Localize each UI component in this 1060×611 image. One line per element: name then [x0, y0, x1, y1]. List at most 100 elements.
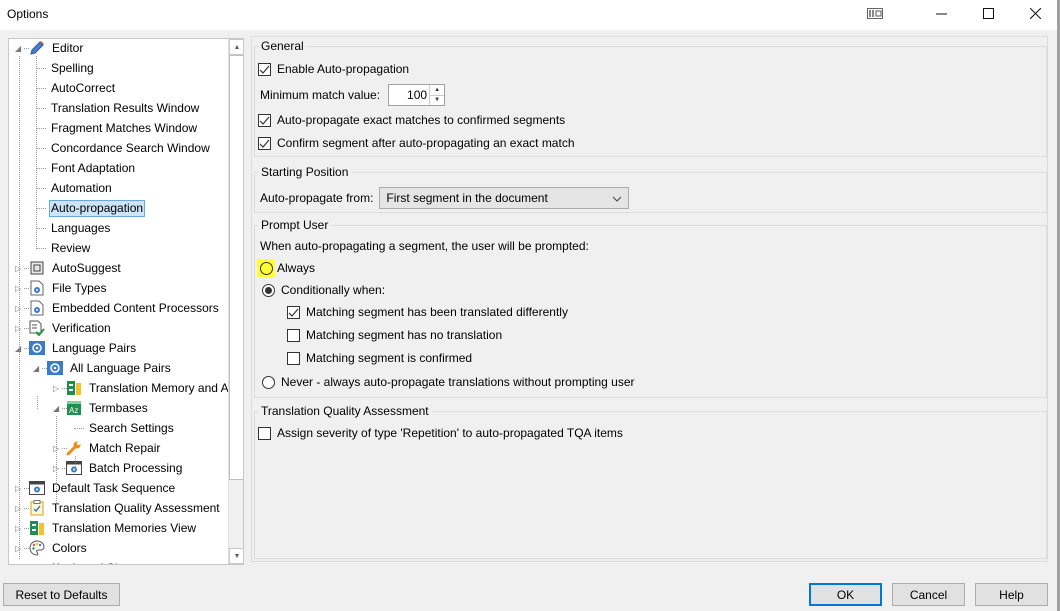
tree-item-label: Auto-propagation [49, 199, 146, 217]
options-tree[interactable]: ◢ Editor Spelling AutoCorrect Translation Re… [8, 38, 244, 565]
collapsed-triangle-icon[interactable]: ▷ [53, 444, 62, 453]
tree-connector [36, 208, 46, 209]
tree-item-embedded-content-processors[interactable]: Embedded Content Processors [29, 298, 221, 318]
tree-item-automation[interactable]: Automation [49, 178, 114, 198]
enable-autoprop-label: Enable Auto-propagation [277, 62, 410, 76]
file-gear-icon [29, 300, 45, 316]
tree-scrollbar[interactable]: ▲ ▼ [228, 39, 243, 564]
radio-circle[interactable] [259, 261, 273, 275]
scroll-up-button[interactable]: ▲ [229, 39, 243, 55]
checkbox-box[interactable] [258, 136, 271, 150]
maximize-button[interactable] [965, 0, 1011, 30]
tree-item-label: Review [51, 240, 91, 255]
never-radio[interactable]: Never - always auto-propagate translatio… [262, 375, 635, 389]
tree-item-batch-processing[interactable]: Batch Processing [66, 458, 184, 478]
tree-item-spelling[interactable]: Spelling [49, 58, 96, 78]
checkbox-box[interactable] [287, 305, 300, 319]
checkbox-box[interactable] [258, 113, 271, 127]
exact-to-confirmed-label: Auto-propagate exact matches to confirme… [277, 113, 566, 127]
ok-button[interactable]: OK [809, 583, 882, 606]
tree-item-all-language-pairs[interactable]: All Language Pairs [47, 358, 173, 378]
tree-item-font-adaptation[interactable]: Font Adaptation [49, 158, 137, 178]
expanded-triangle-icon[interactable]: ◢ [33, 364, 42, 373]
reset-to-defaults-button[interactable]: Reset to Defaults [3, 583, 120, 606]
always-radio[interactable]: Always [257, 259, 316, 277]
tree-item-label: Colors [52, 540, 87, 555]
tree-item-translation-results-window[interactable]: Translation Results Window [49, 98, 201, 118]
autoprop-from-dropdown[interactable]: First segment in the document [379, 187, 630, 209]
is-confirmed-checkbox[interactable]: Matching segment is confirmed [287, 351, 472, 365]
tree-item-translation-memories-view[interactable]: Translation Memories View [29, 518, 198, 538]
collapsed-triangle-icon[interactable]: ▷ [53, 384, 62, 393]
tree-item-label: Automation [51, 180, 112, 195]
tree-item-termbases[interactable]: Az Termbases [66, 398, 150, 418]
tree-item-autocorrect[interactable]: AutoCorrect [49, 78, 117, 98]
expanded-triangle-icon[interactable]: ◢ [15, 44, 24, 53]
tree-guide-line [56, 416, 57, 509]
conditionally-label: Conditionally when: [281, 283, 386, 297]
tree-item-language-pairs[interactable]: Language Pairs [29, 338, 138, 358]
scroll-thumb[interactable] [229, 55, 243, 480]
tree-item-label: All Language Pairs [70, 360, 171, 375]
always-label: Always [277, 261, 316, 275]
tree-item-languages[interactable]: Languages [49, 218, 112, 238]
settings-panel: General Enable Auto-propagation Minimum … [251, 36, 1048, 562]
scroll-down-button[interactable]: ▼ [229, 548, 243, 564]
tree-item-concordance-search-window[interactable]: Concordance Search Window [49, 138, 212, 158]
translated-differently-checkbox[interactable]: Matching segment has been translated dif… [287, 305, 568, 319]
tree-item-colors[interactable]: Colors [29, 538, 89, 558]
enable-autoprop-checkbox[interactable]: Enable Auto-propagation [258, 62, 409, 76]
checkbox-box[interactable] [258, 62, 271, 76]
tree-item-default-task-sequence[interactable]: Default Task Sequence [29, 478, 177, 498]
starting-position-legend: Starting Position [261, 165, 349, 179]
tree-item-keyboard-shortcuts[interactable]: Keyboard Shortcuts [29, 558, 159, 564]
tree-item-autosuggest[interactable]: AutoSuggest [29, 258, 123, 278]
tree-item-search-settings[interactable]: Search Settings [87, 418, 176, 438]
checkbox-box[interactable] [287, 328, 300, 342]
tree-item-match-repair[interactable]: Match Repair [66, 438, 162, 458]
tree-connector [36, 128, 46, 129]
tree-item-label: Embedded Content Processors [52, 300, 219, 315]
language-pairs-icon [47, 360, 63, 376]
increment-button[interactable]: ▲ [430, 85, 445, 96]
radio-circle[interactable] [262, 375, 275, 389]
collapsed-triangle-icon[interactable]: ▷ [15, 564, 24, 565]
tree-item-translation-memory-and-a[interactable]: Translation Memory and A [66, 378, 231, 398]
tree-item-label: Verification [52, 320, 111, 335]
no-translation-checkbox[interactable]: Matching segment has no translation [287, 328, 502, 342]
tree-item-verification[interactable]: Verification [29, 318, 113, 338]
tree-item-review[interactable]: Review [49, 238, 92, 258]
exact-to-confirmed-checkbox[interactable]: Auto-propagate exact matches to confirme… [258, 113, 565, 127]
tab-mode-button[interactable] [852, 0, 898, 30]
assign-severity-checkbox[interactable]: Assign severity of type 'Repetition' to … [258, 426, 623, 440]
translated-differently-label: Matching segment has been translated dif… [306, 305, 568, 319]
help-button[interactable]: Help [975, 583, 1048, 606]
tree-item-label: File Types [52, 280, 107, 295]
radio-highlight [257, 259, 275, 277]
tree-guide-line [37, 396, 38, 409]
tree-item-translation-quality-assessment[interactable]: Translation Quality Assessment [29, 498, 222, 518]
tab-mode-icon [867, 8, 883, 22]
radio-circle[interactable] [262, 283, 275, 297]
collapsed-triangle-icon[interactable]: ▷ [53, 464, 62, 473]
tree-item-auto-propagation[interactable]: Auto-propagation [49, 198, 146, 218]
min-match-stepper[interactable]: ▲ ▼ [388, 84, 446, 106]
tree-item-editor[interactable]: Editor [29, 39, 85, 58]
tree-guide-line [36, 56, 37, 249]
tree-connector [36, 168, 46, 169]
spin-up-icon: ▲ [434, 86, 441, 93]
tree-item-fragment-matches-window[interactable]: Fragment Matches Window [49, 118, 199, 138]
min-match-input[interactable] [389, 85, 430, 105]
expanded-triangle-icon[interactable]: ◢ [53, 404, 62, 413]
checkbox-box[interactable] [258, 426, 271, 440]
cancel-button[interactable]: Cancel [892, 583, 965, 606]
confirm-after-checkbox[interactable]: Confirm segment after auto-propagating a… [258, 136, 575, 150]
tree-item-label: Translation Memory and A [89, 380, 229, 395]
close-button[interactable] [1012, 0, 1058, 30]
tree-item-file-types[interactable]: File Types [29, 278, 108, 298]
checkbox-box[interactable] [287, 351, 300, 365]
conditionally-radio[interactable]: Conditionally when: [262, 283, 385, 297]
decrement-button[interactable]: ▼ [430, 96, 444, 106]
general-legend: General [261, 39, 304, 53]
minimize-button[interactable] [918, 0, 964, 30]
